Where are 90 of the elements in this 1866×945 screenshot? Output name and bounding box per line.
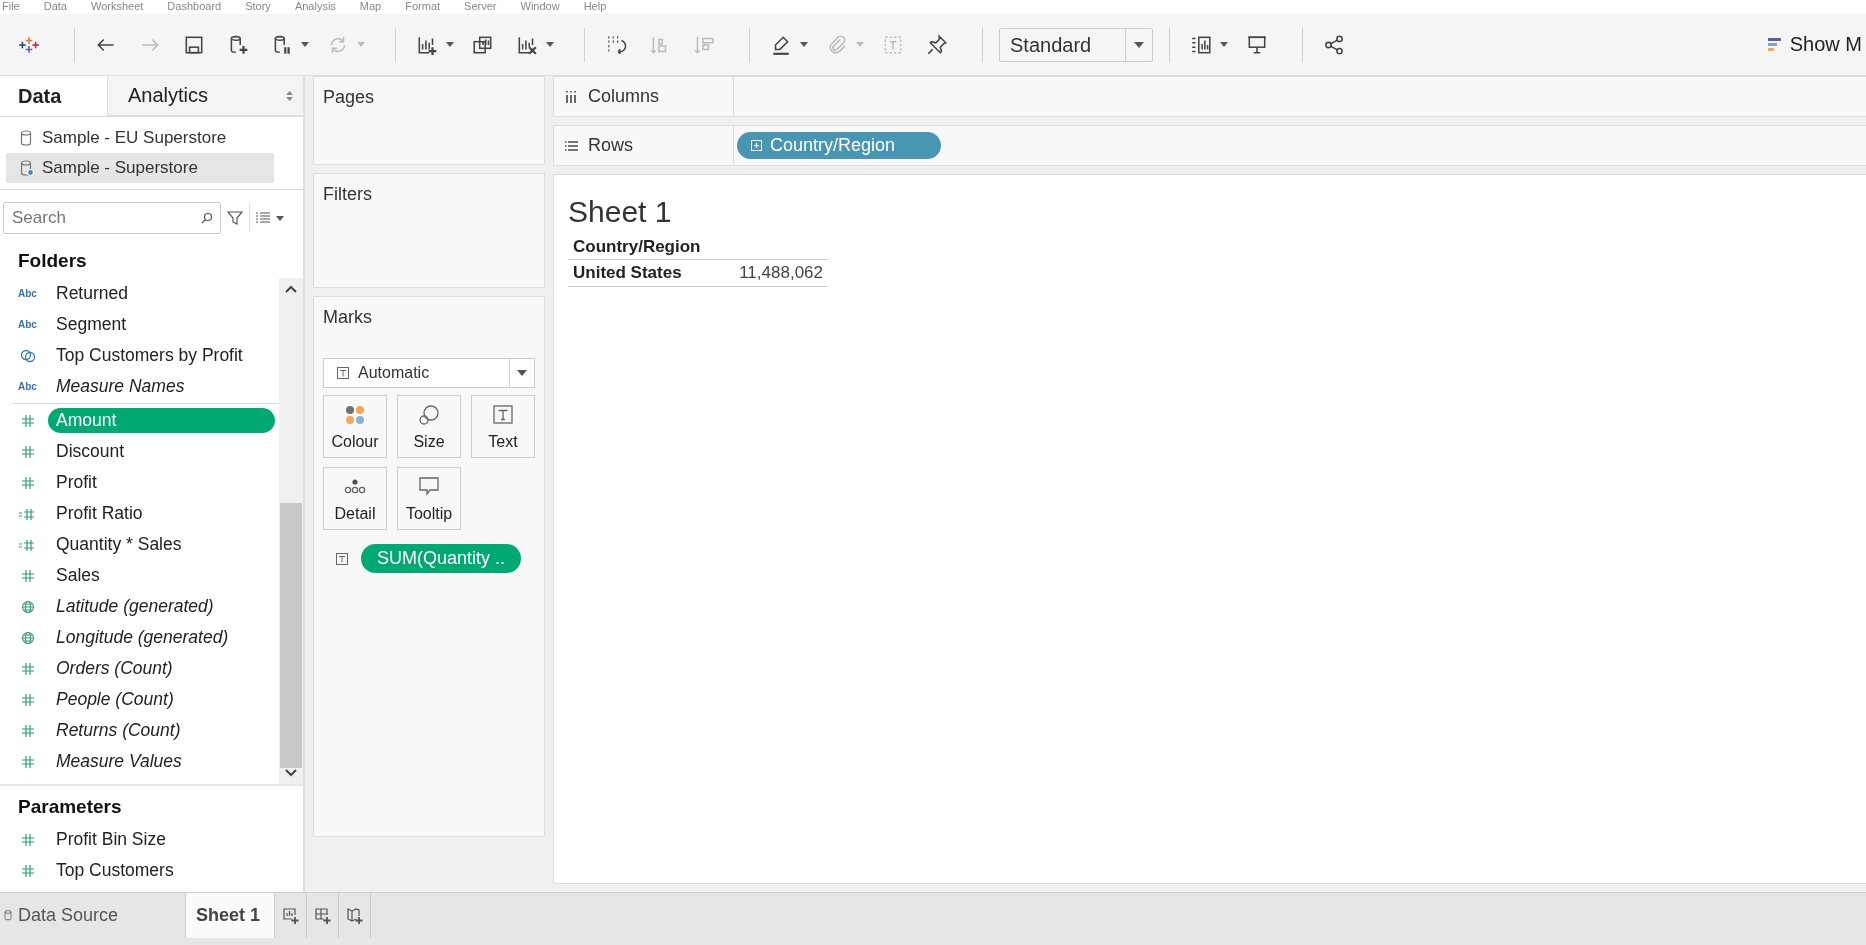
table-cell: 11,488,062 (739, 263, 823, 283)
chevron-up-icon[interactable] (284, 284, 298, 294)
shelf-label: Columns (588, 86, 660, 107)
field-item[interactable]: Longitude (generated) (48, 625, 237, 650)
chart-plus-icon (282, 907, 299, 924)
chevron-down-icon[interactable] (284, 768, 298, 778)
field-item[interactable]: Top Customers by Profit (48, 343, 251, 368)
dashboard-plus-icon (314, 907, 331, 924)
parameter-item[interactable]: Profit Bin Size (48, 827, 174, 852)
card-title: Filters (323, 184, 372, 204)
size-circles-icon (417, 402, 441, 427)
field-item[interactable]: People (Count) (48, 687, 182, 712)
field-item[interactable]: Latitude (generated) (48, 594, 222, 619)
field-item[interactable]: Sales (48, 563, 108, 588)
search-icon (201, 212, 213, 224)
card-title: Marks (323, 307, 372, 327)
detail-button[interactable]: Detail (323, 467, 387, 530)
field-item[interactable]: Returns (Count) (48, 718, 189, 743)
filter-icon[interactable] (227, 210, 243, 226)
field-item[interactable]: Quantity * Sales (48, 532, 190, 557)
text-button[interactable]: Text (471, 395, 535, 458)
field-item[interactable]: Orders (Count) (48, 656, 181, 681)
colour-button[interactable]: Colour (323, 395, 387, 458)
section-heading: Parameters (17, 795, 123, 819)
column-header: Country/Region (568, 235, 828, 260)
menu-item[interactable]: Data (43, 0, 67, 14)
database-icon (20, 130, 34, 146)
text-mark-icon (335, 551, 349, 566)
share-icon (1323, 33, 1345, 56)
field-item[interactable]: Profit (48, 470, 105, 495)
caret-icon (516, 369, 528, 377)
fit-dropdown[interactable]: Standard (999, 27, 1153, 62)
paperclip-icon (826, 33, 848, 56)
caret-icon[interactable] (276, 215, 284, 221)
sort-arrows-icon[interactable] (286, 91, 293, 101)
swap-icon (605, 33, 627, 56)
caret-icon[interactable] (1220, 42, 1228, 47)
text-mark-icon (336, 366, 350, 380)
sheet-tab[interactable]: Sheet 1 (186, 893, 276, 938)
string-type-icon: Abc (18, 288, 38, 299)
columns-icon (564, 89, 578, 104)
set-icon (18, 348, 38, 363)
rows-icon (564, 138, 578, 153)
datasource-item[interactable]: Sample - EU Superstore (6, 123, 274, 153)
show-me-button[interactable]: Show M (1767, 33, 1866, 56)
expand-icon[interactable] (751, 140, 762, 151)
string-type-icon: Abc (18, 381, 38, 392)
scrollbar-thumb[interactable] (280, 502, 302, 768)
menu-item[interactable]: Help (583, 0, 607, 14)
mark-type-dropdown[interactable]: Automatic (323, 358, 535, 388)
database-icon (20, 160, 34, 176)
datasource-item[interactable]: Sample - Superstore (6, 153, 274, 183)
database-icon (4, 910, 12, 921)
menu-item[interactable]: Map (359, 0, 382, 14)
menu-item[interactable]: Worksheet (91, 0, 144, 14)
caret-icon[interactable] (800, 42, 808, 47)
caret-icon[interactable] (446, 42, 454, 47)
field-item[interactable]: Returned (48, 281, 136, 306)
menu-item[interactable]: Dashboard (167, 0, 222, 14)
menu-item[interactable]: Story (245, 0, 271, 14)
tooltip-button[interactable]: Tooltip (397, 467, 461, 530)
field-item[interactable]: Measure Names (48, 374, 193, 399)
search-field[interactable]: Search (3, 202, 221, 234)
sheet-title: Sheet 1 (568, 195, 673, 229)
scrollbar[interactable] (279, 278, 303, 784)
panel-tab[interactable]: Analytics (108, 76, 303, 116)
menu-item[interactable]: Analysis (294, 0, 336, 14)
card-title: Pages (323, 87, 375, 107)
pin-icon (926, 33, 948, 56)
story-plus-icon (346, 907, 363, 924)
string-type-icon: Abc (18, 319, 38, 330)
caret-icon[interactable] (301, 42, 309, 47)
bar-chart-icon (1767, 36, 1784, 53)
caret-icon (1133, 40, 1145, 49)
parameter-item[interactable]: Top Customers (48, 858, 182, 883)
menu-item[interactable]: File (2, 0, 20, 14)
menu-item[interactable]: Format (405, 0, 441, 14)
field-item[interactable]: Segment (48, 312, 135, 337)
field-item[interactable]: Profit Ratio (48, 501, 151, 526)
speech-bubble-icon (417, 474, 441, 499)
field-item[interactable]: Discount (48, 439, 133, 464)
text-mark-icon (491, 402, 515, 427)
field-item[interactable]: Measure Values (48, 749, 190, 774)
caret-icon[interactable] (546, 42, 554, 47)
size-button[interactable]: Size (397, 395, 461, 458)
menu-item[interactable]: Window (520, 0, 560, 14)
menu-item[interactable]: Server (464, 0, 497, 14)
shelf-label: Rows (588, 135, 633, 156)
section-heading: Folders (17, 249, 88, 273)
row-header: United States (573, 263, 682, 283)
